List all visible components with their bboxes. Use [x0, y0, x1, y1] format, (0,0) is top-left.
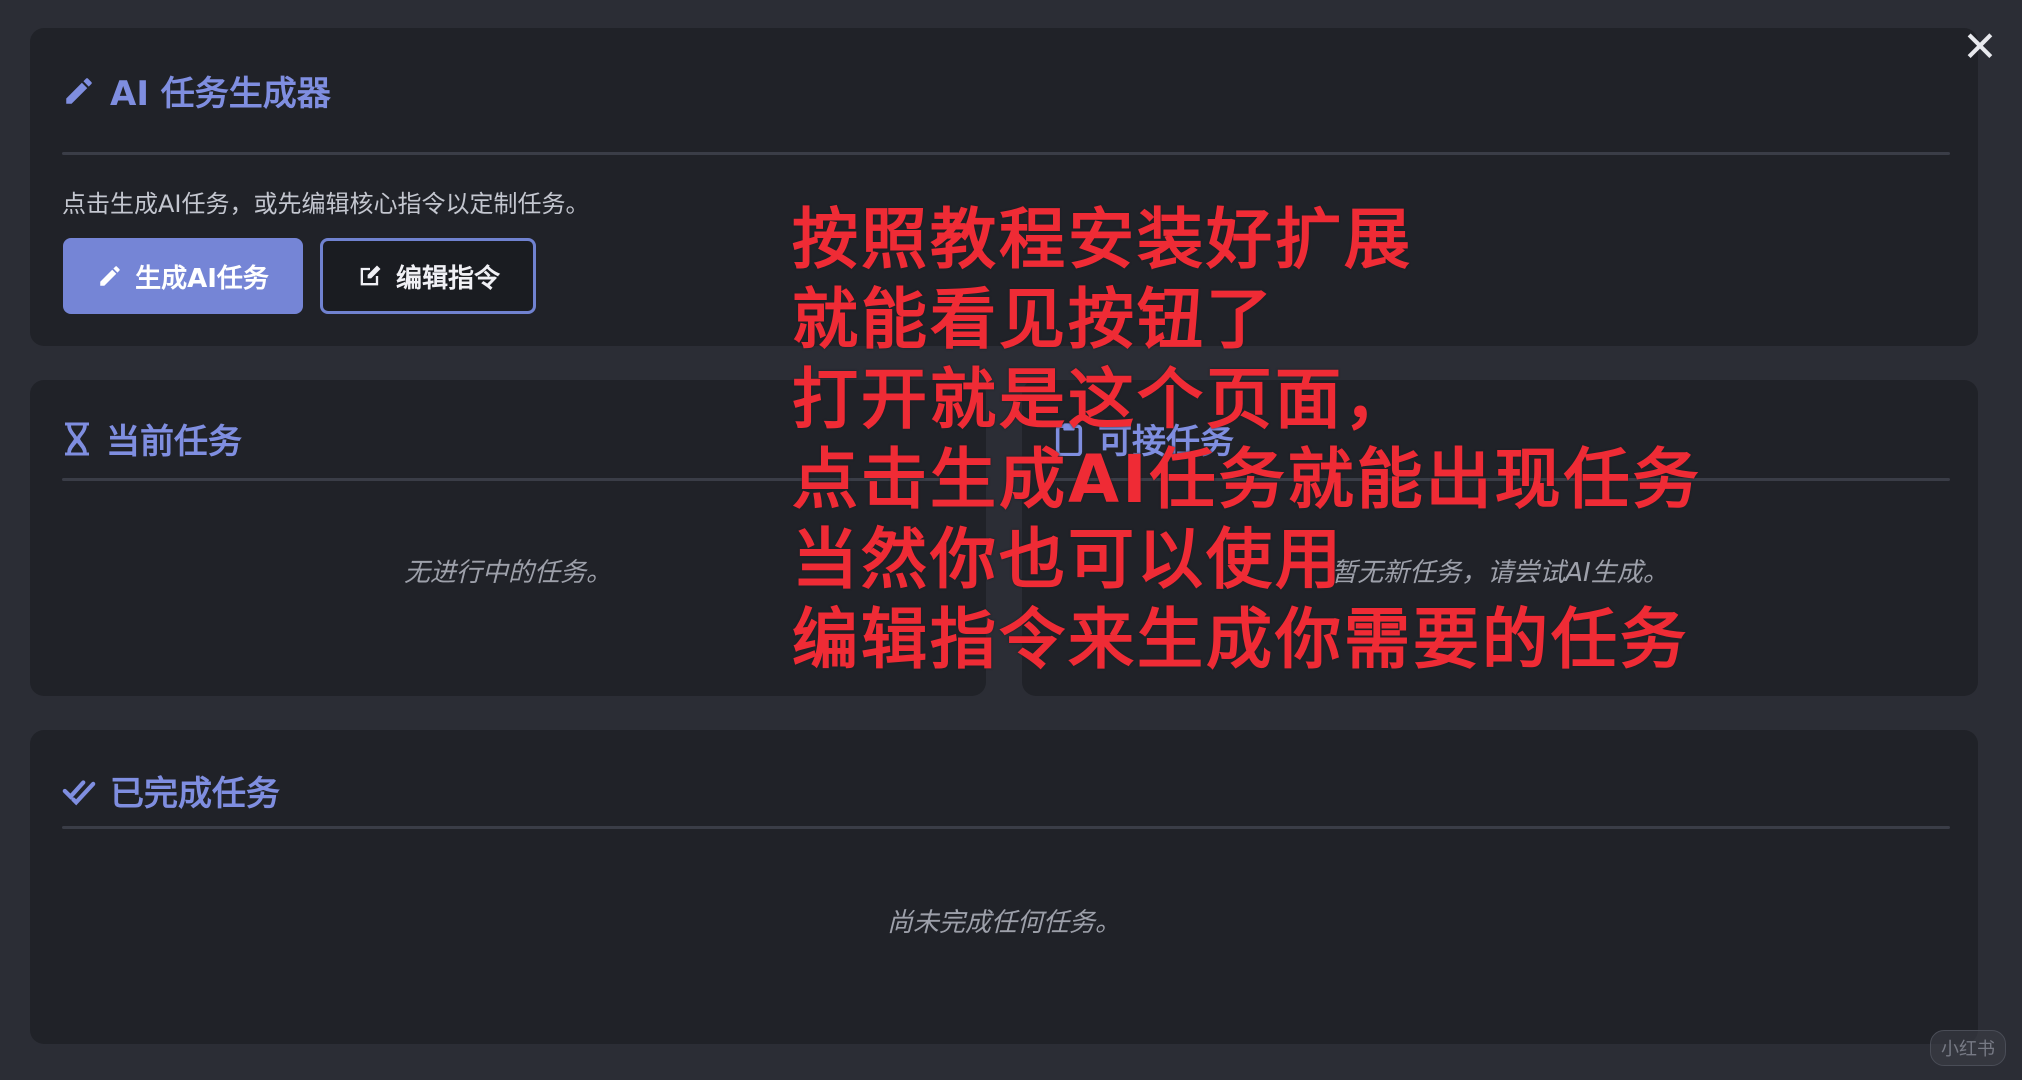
pencil-icon: [97, 263, 123, 289]
current-tasks-title: 当前任务: [106, 422, 242, 462]
edit-icon: [356, 262, 384, 290]
pencil-icon: [62, 74, 96, 108]
completed-tasks-title: 已完成任务: [110, 774, 280, 814]
task-panel: AI 任务生成器 点击生成AI任务，或先编辑核心指令以定制任务。 生成AI任务 …: [0, 0, 2022, 1080]
annotation-line: 当然你也可以使用: [792, 521, 1344, 598]
completed-tasks-header: 已完成任务: [62, 766, 280, 815]
completed-tasks-empty-text: 尚未完成任何任务。: [886, 908, 1121, 938]
watermark: 小红书: [1930, 1030, 2006, 1066]
generate-ai-task-button[interactable]: 生成AI任务: [63, 238, 303, 314]
generator-title: AI 任务生成器: [110, 74, 331, 114]
close-icon[interactable]: ✕: [1958, 22, 2002, 71]
annotation-line: 按照教程安装好扩展: [792, 201, 1413, 278]
generate-button-label: 生成AI任务: [135, 263, 269, 294]
completed-tasks-card: 已完成任务 尚未完成任何任务。: [30, 730, 1978, 1044]
double-check-icon: [62, 774, 96, 808]
current-tasks-header: 当前任务: [62, 414, 242, 463]
annotation-line: 点击生成AI任务就能出现任务: [792, 441, 1702, 518]
divider: [62, 152, 1950, 155]
annotation-line: 打开就是这个页面，: [792, 361, 1413, 438]
annotation-line: 编辑指令来生成你需要的任务: [792, 601, 1689, 678]
generator-description: 点击生成AI任务，或先编辑核心指令以定制任务。: [62, 190, 590, 218]
hourglass-icon: [62, 421, 92, 457]
annotation-line: 就能看见按钮了: [792, 281, 1275, 358]
tutorial-annotation: 按照教程安装好扩展 就能看见按钮了 打开就是这个页面， 点击生成AI任务就能出现…: [792, 200, 1932, 680]
divider: [62, 826, 1950, 829]
edit-instructions-button[interactable]: 编辑指令: [320, 238, 536, 314]
edit-button-label: 编辑指令: [395, 263, 500, 294]
generator-header: AI 任务生成器: [62, 66, 331, 115]
